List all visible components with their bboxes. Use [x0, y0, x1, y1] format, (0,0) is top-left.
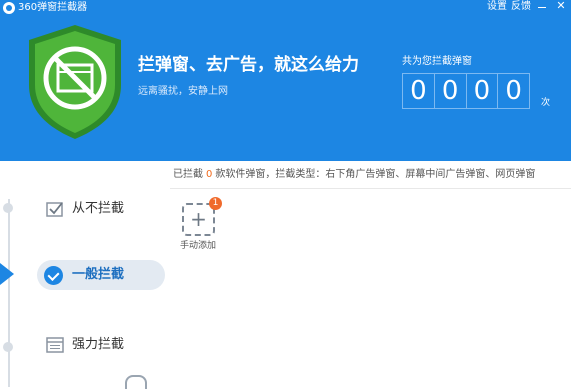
hero-headline: 拦弹窗、去广告，就这么给力 [138, 55, 359, 75]
counter-label: 共为您拦截弹窗 [402, 56, 472, 67]
counter-digit: 0 [403, 74, 435, 108]
count-badge: 1 [209, 197, 222, 210]
block-summary: 已拦截 0 款软件弹窗，拦截类型：右下角广告弹窗、屏幕中间广告弹窗、网页弹窗 [173, 169, 535, 181]
mode-strong-block[interactable]: 强力拦截 [46, 337, 124, 353]
plus-icon: + [190, 207, 207, 231]
shield-icon [29, 25, 121, 139]
mode-track [8, 199, 10, 387]
app-title: 360弹窗拦截器 [18, 2, 88, 13]
summary-prefix: 已拦截 [173, 169, 203, 180]
track-node [3, 203, 13, 213]
counter-digit: 0 [505, 76, 522, 106]
mode-never-block[interactable]: 从不拦截 [46, 201, 124, 217]
hero-subline: 远离骚扰，安静上网 [138, 86, 228, 97]
counter-digit: 0 [435, 74, 467, 108]
checkbox-icon [46, 202, 63, 217]
mode-normal-block[interactable]: 一般拦截 [37, 260, 165, 290]
app-logo-icon [3, 2, 15, 14]
settings-link[interactable]: 设置 [487, 1, 507, 13]
title-bar: 360弹窗拦截器 设置 反馈 ✕ [0, 0, 571, 16]
divider [170, 188, 571, 189]
summary-suffix: 款软件弹窗，拦截类型：右下角广告弹窗、屏幕中间广告弹窗、网页弹窗 [215, 169, 536, 180]
close-icon[interactable]: ✕ [555, 0, 567, 12]
window-icon [46, 337, 64, 353]
selected-pointer-icon [0, 263, 14, 285]
track-node [3, 342, 13, 352]
summary-count: 0 [206, 169, 213, 180]
add-manual-label: 手动添加 [180, 241, 217, 251]
feedback-link[interactable]: 反馈 [511, 1, 531, 13]
mode-label: 一般拦截 [72, 267, 125, 282]
check-circle-icon [44, 265, 63, 285]
counter-unit: 次 [541, 98, 551, 108]
block-counter: 0 0 0 0 [402, 73, 530, 109]
counter-digit: 0 [467, 74, 499, 108]
header-banner: 360弹窗拦截器 设置 反馈 ✕ 拦弹窗、去广告，就这么给力 远离骚扰，安静上网… [0, 0, 571, 161]
minimize-icon[interactable] [537, 1, 547, 11]
mode-label: 强力拦截 [72, 337, 125, 352]
mode-label: 从不拦截 [72, 201, 125, 216]
